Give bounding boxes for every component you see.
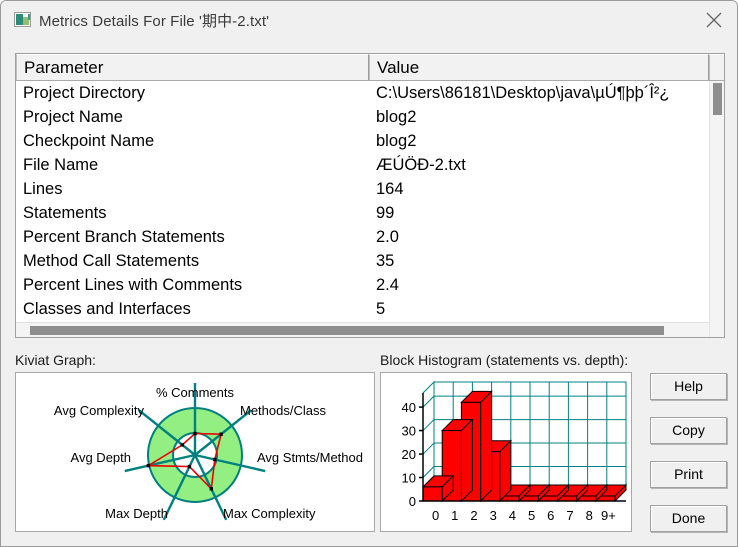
vertical-scrollbar-thumb[interactable] xyxy=(713,83,722,115)
kiviat-data-point xyxy=(193,431,197,436)
table-row[interactable]: Percent Branch Statements 2.0 xyxy=(16,225,710,249)
table-row[interactable]: Project Directory C:\Users\86181\Desktop\… xyxy=(16,81,710,105)
cell-value: 5 xyxy=(376,300,386,318)
kiviat-data-point xyxy=(146,463,151,468)
histogram-x-tick-label: 0 xyxy=(432,508,439,523)
histogram-y-tick-label: 10 xyxy=(402,471,416,486)
cell-parameter: File Name xyxy=(23,156,99,174)
histogram-bar-side xyxy=(499,439,512,503)
table-vertical-scrollbar[interactable] xyxy=(709,81,724,337)
window-title: Metrics Details For File '期中-2.txt' xyxy=(39,13,270,30)
cell-value: 99 xyxy=(376,204,395,222)
kiviat-axis-label: Max Depth xyxy=(105,506,168,521)
kiviat-axis-label: Avg Depth xyxy=(71,450,131,465)
horizontal-scrollbar-thumb[interactable] xyxy=(30,326,664,335)
cell-parameter: Checkpoint Name xyxy=(23,132,155,150)
metrics-window-icon xyxy=(14,12,31,27)
kiviat-axis-label: % Comments xyxy=(156,385,235,400)
table-horizontal-scrollbar[interactable] xyxy=(16,322,709,337)
histogram-x-tick-label: 5 xyxy=(528,508,535,523)
close-icon[interactable] xyxy=(691,1,737,35)
table-body: Project Directory C:\Users\86181\Desktop\… xyxy=(16,81,710,324)
histogram-y-tick-label: 0 xyxy=(409,494,416,509)
cell-parameter: Project Name xyxy=(23,108,123,126)
copy-button[interactable]: Copy xyxy=(650,417,727,444)
table-header-corner xyxy=(709,54,724,80)
metrics-details-window: Metrics Details For File '期中-2.txt' Para… xyxy=(0,0,738,547)
block-histogram-label: Block Histogram (statements vs. depth): xyxy=(380,352,629,368)
cell-value: 2.0 xyxy=(376,228,399,246)
cell-value: blog2 xyxy=(376,108,417,126)
block-histogram-chart: 0102030400 1 2 3 4 5 6 7 8 9+ xyxy=(402,380,628,523)
cell-parameter: Percent Branch Statements xyxy=(23,228,225,246)
histogram-y-tick-label: 30 xyxy=(402,424,416,439)
table-row[interactable]: Statements 99 xyxy=(16,201,710,225)
cell-value: ÆÚÖÐ-2.txt xyxy=(376,156,466,174)
histogram-x-tick-label: 7 xyxy=(566,508,573,523)
cell-value: 35 xyxy=(376,252,395,270)
histogram-x-tick-label: 6 xyxy=(547,508,554,523)
histogram-y-tick-label: 20 xyxy=(402,447,416,462)
histogram-x-tick-label: 2 xyxy=(470,508,477,523)
cell-value: blog2 xyxy=(376,132,417,150)
cell-parameter: Lines xyxy=(23,180,63,198)
cell-value: 2.4 xyxy=(376,276,399,294)
kiviat-data-point xyxy=(187,464,192,469)
kiviat-axis-label: Avg Stmts/Method xyxy=(257,450,363,465)
table-row[interactable]: File Name ÆÚÖÐ-2.txt xyxy=(16,153,710,177)
kiviat-data-point xyxy=(213,457,217,462)
kiviat-axis-label: Max Complexity xyxy=(223,506,316,521)
help-button[interactable]: Help xyxy=(650,373,727,400)
cell-value: C:\Users\86181\Desktop\java\µÚ¶þþ´Î²¿ xyxy=(376,84,670,102)
kiviat-axis-label: Methods/Class xyxy=(240,403,326,418)
column-header-parameter[interactable]: Parameter xyxy=(16,54,369,80)
table-row[interactable]: Lines 164 xyxy=(16,177,710,201)
histogram-x-tick-label: 3 xyxy=(490,508,497,523)
kiviat-graph-panel: % Comments Methods/Class Avg Stmts/Method M… xyxy=(15,372,375,532)
kiviat-data-point xyxy=(209,487,213,491)
cell-value: 164 xyxy=(376,180,404,198)
kiviat-chart: % Comments Methods/Class Avg Stmts/Method M… xyxy=(54,383,363,521)
histogram-x-tick-label: 1 xyxy=(451,508,458,523)
table-row[interactable]: Method Call Statements 35 xyxy=(16,249,710,273)
histogram-y-tick-label: 40 xyxy=(402,400,416,415)
cell-parameter: Project Directory xyxy=(23,84,145,102)
metrics-table[interactable]: Parameter Value Project Directory C:\User… xyxy=(15,53,725,338)
done-button[interactable]: Done xyxy=(650,505,727,532)
histogram-x-tick-label: 4 xyxy=(509,508,516,523)
kiviat-data-point xyxy=(219,432,223,436)
cell-parameter: Classes and Interfaces xyxy=(23,300,191,318)
histogram-bar-side xyxy=(480,390,493,503)
table-header-row: Parameter Value xyxy=(16,54,724,81)
kiviat-data-point xyxy=(180,443,184,447)
histogram-x-tick-label: 8 xyxy=(586,508,593,523)
histogram-bar-front xyxy=(422,486,443,502)
cell-parameter: Method Call Statements xyxy=(23,252,200,270)
table-row[interactable]: Project Name blog2 xyxy=(16,105,710,129)
histogram-x-tick-label: 9+ xyxy=(601,508,616,523)
cell-parameter: Percent Lines with Comments xyxy=(23,276,243,294)
kiviat-graph-label: Kiviat Graph: xyxy=(15,352,96,368)
cell-parameter: Statements xyxy=(23,204,107,222)
table-row[interactable]: Checkpoint Name blog2 xyxy=(16,129,710,153)
print-button[interactable]: Print xyxy=(650,461,727,488)
table-row[interactable]: Classes and Interfaces 5 xyxy=(16,297,710,321)
kiviat-axis-label: Avg Complexity xyxy=(54,403,145,418)
title-bar: Metrics Details For File '期中-2.txt' xyxy=(1,1,737,39)
block-histogram-panel: 0 10 20 30 40 0 1 2 3 4 5 6 7 8 9+ xyxy=(380,372,632,532)
table-row[interactable]: Percent Lines with Comments 2.4 xyxy=(16,273,710,297)
column-header-value[interactable]: Value xyxy=(369,54,709,80)
histogram-bar-side xyxy=(460,418,473,503)
